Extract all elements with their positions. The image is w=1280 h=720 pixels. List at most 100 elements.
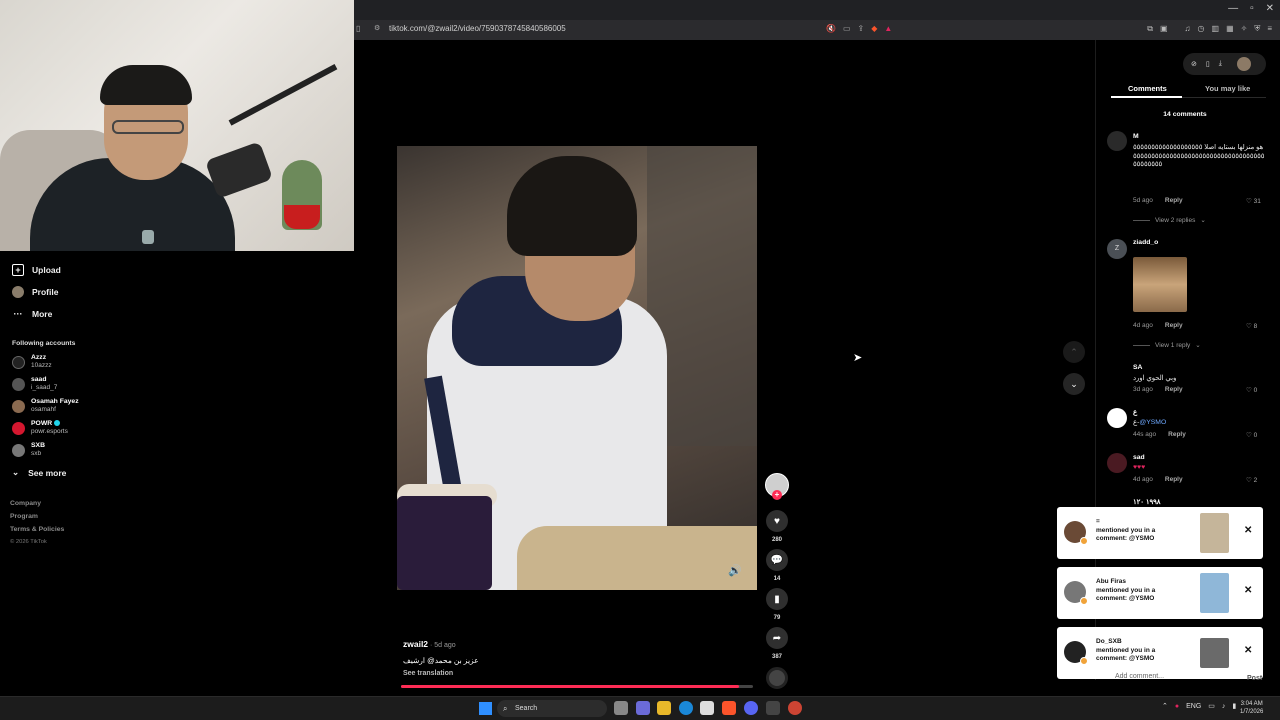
app-icon[interactable] bbox=[788, 701, 802, 715]
comment-user[interactable]: sad bbox=[1133, 454, 1145, 461]
maximize-icon[interactable]: ▫ bbox=[1250, 3, 1254, 14]
explore-icon[interactable]: ⊘ bbox=[1191, 60, 1197, 68]
wallet-icon[interactable]: ▣ bbox=[1160, 24, 1168, 34]
terminal-icon[interactable] bbox=[766, 701, 780, 715]
brave-icon[interactable] bbox=[722, 701, 736, 715]
mention-notification[interactable]: Abu Firas mentioned you in a comment: @Y… bbox=[1057, 567, 1263, 619]
screenshot-icon[interactable]: ▦ bbox=[1226, 24, 1234, 34]
comment-like-button[interactable]: ♡ 31 bbox=[1246, 197, 1261, 205]
video-player[interactable] bbox=[397, 146, 757, 590]
battery-icon[interactable]: ▮ bbox=[1232, 702, 1236, 710]
discord-icon[interactable] bbox=[744, 701, 758, 715]
avatar[interactable] bbox=[1107, 408, 1127, 428]
following-account[interactable]: SXB sxb bbox=[12, 442, 45, 458]
task-view-icon[interactable] bbox=[614, 701, 628, 715]
reply-button[interactable]: Reply bbox=[1165, 386, 1183, 393]
following-account[interactable]: Osamah Fayez osamahf bbox=[12, 398, 79, 414]
following-account[interactable]: POWR powr.esports bbox=[12, 420, 68, 436]
close-icon[interactable]: ✕ bbox=[1244, 585, 1252, 596]
previous-video-button[interactable]: ⌃ bbox=[1063, 341, 1085, 363]
reply-button[interactable]: Reply bbox=[1165, 476, 1183, 483]
save-button[interactable]: ▮ bbox=[766, 588, 788, 610]
volume-icon[interactable]: ♪ bbox=[1222, 703, 1226, 710]
chevron-up-icon[interactable]: ⌃ bbox=[1162, 702, 1168, 710]
footer-link-terms[interactable]: Terms & Policies bbox=[10, 526, 64, 533]
comment-user[interactable]: M bbox=[1133, 133, 1139, 140]
avatar[interactable] bbox=[1107, 131, 1127, 151]
rewards-icon[interactable]: ▲ bbox=[884, 24, 892, 33]
see-translation-link[interactable]: See translation bbox=[403, 670, 453, 677]
comment-like-button[interactable]: ♡ 8 bbox=[1246, 322, 1257, 330]
device-icon[interactable]: ▯ bbox=[1206, 60, 1210, 68]
comment-like-button[interactable]: ♡ 0 bbox=[1246, 431, 1257, 439]
history-icon[interactable]: ◷ bbox=[1198, 24, 1205, 34]
user-avatar[interactable] bbox=[1236, 57, 1251, 71]
comment-user[interactable]: ١٩٩٨ ١٢٠ bbox=[1133, 498, 1160, 506]
share-button[interactable]: ➦ bbox=[766, 627, 788, 649]
video-author[interactable]: zwail2 · 5d ago bbox=[403, 639, 456, 649]
ai-icon[interactable]: ✧ bbox=[1241, 24, 1248, 34]
menu-icon[interactable]: ≡ bbox=[1267, 24, 1272, 34]
store-icon[interactable] bbox=[700, 701, 714, 715]
file-explorer-icon[interactable] bbox=[657, 701, 671, 715]
comment-like-button[interactable]: ♡ 0 bbox=[1246, 386, 1257, 394]
like-button[interactable]: ♥ bbox=[766, 510, 788, 532]
url-input[interactable]: tiktok.com/@zwail2/video/759037874584058… bbox=[389, 24, 566, 33]
follow-button[interactable]: + bbox=[772, 490, 782, 500]
minimize-icon[interactable]: — bbox=[1228, 3, 1238, 14]
mention-link[interactable]: @YSMO bbox=[1139, 419, 1166, 426]
cast-icon[interactable]: ▭ bbox=[843, 24, 851, 33]
language-indicator[interactable]: ENG bbox=[1186, 703, 1201, 710]
close-icon[interactable]: ✕ bbox=[1266, 3, 1274, 14]
reply-button[interactable]: Reply bbox=[1168, 431, 1186, 438]
close-icon[interactable]: ✕ bbox=[1244, 645, 1252, 656]
comment-input[interactable]: Add comment... bbox=[1107, 673, 1237, 687]
video-progress-bar[interactable] bbox=[401, 685, 753, 688]
comment-user[interactable]: ziadd_o bbox=[1133, 239, 1158, 246]
music-disc[interactable] bbox=[766, 667, 788, 689]
tab-you-may-like[interactable]: You may like bbox=[1205, 84, 1250, 93]
sidebar-item-upload[interactable]: + Upload bbox=[12, 264, 61, 276]
taskbar-clock[interactable]: 3:04 AM 1/7/2026 bbox=[1240, 700, 1263, 716]
comment-image[interactable] bbox=[1133, 257, 1187, 312]
reply-button[interactable]: Reply bbox=[1165, 197, 1183, 204]
mute-tab-icon[interactable]: 🔇 bbox=[826, 24, 836, 33]
site-settings-icon[interactable]: ⚙ bbox=[374, 24, 380, 32]
see-more-button[interactable]: ⌄ See more bbox=[12, 467, 66, 478]
view-replies-button[interactable]: View 1 reply ⌄ bbox=[1133, 341, 1201, 349]
vpn-icon[interactable]: ⛨ bbox=[1254, 24, 1260, 34]
view-replies-button[interactable]: View 2 replies ⌄ bbox=[1133, 216, 1206, 224]
following-account[interactable]: saad i_saad_7 bbox=[12, 376, 57, 392]
media-icon[interactable]: ♫ bbox=[1185, 24, 1191, 34]
next-video-button[interactable]: ⌄ bbox=[1063, 373, 1085, 395]
comment-user[interactable]: SA bbox=[1133, 364, 1142, 371]
comment-user[interactable]: ع bbox=[1133, 408, 1137, 416]
reply-button[interactable]: Reply bbox=[1165, 322, 1183, 329]
avatar[interactable]: Z bbox=[1107, 239, 1127, 259]
following-account[interactable]: Azzz 10azzz bbox=[12, 354, 52, 370]
copilot-icon[interactable] bbox=[636, 701, 650, 715]
comment-button[interactable]: 💬 bbox=[766, 549, 788, 571]
tab-comments[interactable]: Comments bbox=[1128, 84, 1167, 93]
taskbar-search[interactable]: ⌕ Search bbox=[497, 700, 607, 717]
close-icon[interactable]: ✕ bbox=[1244, 525, 1252, 536]
bookmark-icon[interactable]: ▯ bbox=[356, 24, 360, 33]
volume-icon[interactable]: 🔊 bbox=[728, 564, 742, 577]
windows-start-icon[interactable] bbox=[479, 702, 492, 715]
mention-notification[interactable]: Do_SXB mentioned you in a comment: @YSMO… bbox=[1057, 627, 1263, 679]
sidebar-item-more[interactable]: ··· More bbox=[12, 308, 53, 320]
footer-link-program[interactable]: Program bbox=[10, 513, 38, 520]
sidebar-icon[interactable]: ▥ bbox=[1212, 24, 1220, 34]
sidebar-item-profile[interactable]: Profile bbox=[12, 286, 58, 298]
mention-notification[interactable]: = mentioned you in a comment: @YSMO ✕ bbox=[1057, 507, 1263, 559]
extensions-icon[interactable]: ⧉ bbox=[1147, 24, 1153, 34]
post-button[interactable]: Post bbox=[1247, 675, 1262, 682]
avatar[interactable] bbox=[1107, 453, 1127, 473]
mic-icon[interactable]: ● bbox=[1175, 703, 1179, 710]
download-icon[interactable]: ⤓ bbox=[1219, 60, 1222, 68]
comment-like-button[interactable]: ♡ 2 bbox=[1246, 476, 1257, 484]
footer-link-company[interactable]: Company bbox=[10, 500, 41, 507]
network-icon[interactable]: ▭ bbox=[1208, 702, 1215, 710]
share-icon[interactable]: ⇪ bbox=[858, 24, 865, 33]
brave-shields-icon[interactable]: ◆ bbox=[871, 24, 877, 33]
